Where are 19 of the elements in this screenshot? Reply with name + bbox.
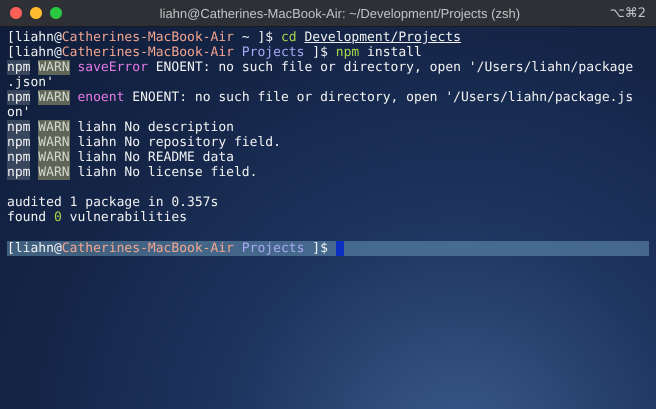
terminal-line: npm WARN liahn No description xyxy=(7,120,234,135)
window-title: liahn@Catherines-MacBook-Air: ~/Development/Projects (zsh) xyxy=(158,6,522,20)
terminal-line: audited 1 package in 0.357s xyxy=(7,195,218,210)
text-cursor xyxy=(336,241,344,256)
terminal-line: .json' xyxy=(7,75,54,90)
terminal-line: [liahn@Catherines-MacBook-Air ~ ]$ cd Development/Projects xyxy=(7,30,461,45)
minimize-button[interactable] xyxy=(30,7,42,19)
terminal-line: on' xyxy=(7,105,30,120)
terminal-line: npm WARN liahn No README data xyxy=(7,150,234,165)
terminal-line: npm WARN liahn No repository field. xyxy=(7,135,281,150)
terminal-line: npm WARN liahn No license field. xyxy=(7,165,258,180)
command-prompt: [liahn@Catherines-MacBook-Air Projects ]$ xyxy=(7,241,329,256)
terminal-line: npm WARN saveError ENOENT: no such file or directory, open '/Users/liahn/package xyxy=(7,60,634,75)
close-button[interactable] xyxy=(10,7,22,19)
keyboard-shortcut: ⌥⌘2 xyxy=(610,6,646,20)
terminal-line: [liahn@Catherines-MacBook-Air Projects ]$ npm install xyxy=(7,45,422,60)
terminal-line: npm WARN enoent ENOENT: no such file or directory, open '/Users/liahn/package.js xyxy=(7,90,634,105)
terminal-line: found 0 vulnerabilities xyxy=(7,210,188,225)
zoom-button[interactable] xyxy=(50,7,62,19)
